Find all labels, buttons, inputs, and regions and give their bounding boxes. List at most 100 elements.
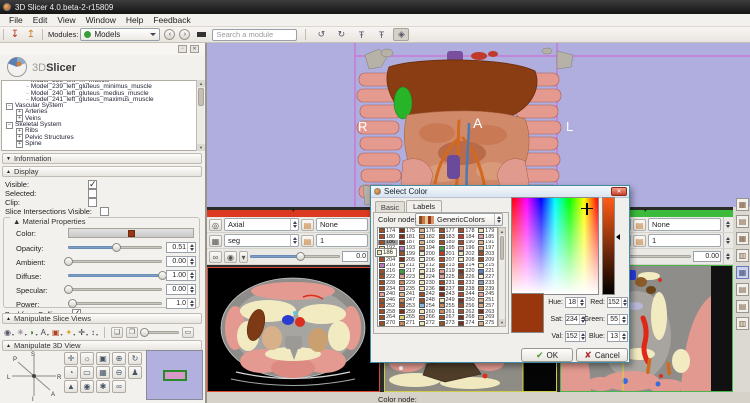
spin-arrows[interactable]: [290, 219, 298, 230]
eye-icon[interactable]: ◉: [224, 251, 237, 263]
pin-icon[interactable]: ◎: [209, 219, 222, 231]
diffuse-slider[interactable]: [68, 271, 162, 280]
link-icon[interactable]: ∞: [209, 251, 222, 263]
spin-arrows[interactable]: [187, 257, 195, 266]
slice-opacity-slider[interactable]: [141, 328, 179, 337]
ambient-spinbox[interactable]: 0.00: [166, 256, 196, 267]
color-cell-270[interactable]: 270: [378, 320, 398, 326]
load-data-icon[interactable]: ↧: [7, 28, 23, 41]
cancel-button[interactable]: ✘ Cancel: [576, 348, 628, 362]
panel-undock-icon[interactable]: ▫: [178, 45, 187, 53]
pin-icon[interactable]: Ŧ: [373, 28, 389, 41]
color-cell-275[interactable]: 275: [477, 320, 497, 326]
spin-arrows[interactable]: [723, 217, 731, 232]
label-map-cube-icon[interactable]: ▣▾: [52, 328, 63, 337]
layout-button-5[interactable]: ▦: [736, 266, 749, 279]
layers-icon[interactable]: ▤: [301, 235, 314, 247]
screen-capture-icon[interactable]: ◈: [393, 28, 409, 41]
redo-icon[interactable]: ↻: [333, 28, 349, 41]
slice-intersections-checkbox[interactable]: [100, 207, 109, 216]
layout-button-3[interactable]: ▦: [736, 232, 749, 245]
layout-button-1[interactable]: ▦: [736, 198, 749, 211]
module-forward-button[interactable]: ›: [179, 29, 190, 40]
save-scene-icon[interactable]: ↥: [23, 28, 39, 41]
slider-knob[interactable]: [64, 285, 73, 294]
diffuse-spinbox[interactable]: 1.00: [166, 270, 196, 281]
color-cell-273[interactable]: 273: [438, 320, 458, 326]
menu-feedback[interactable]: Feedback: [148, 14, 195, 27]
opacity-slider[interactable]: [250, 252, 340, 261]
visible-checkbox[interactable]: [88, 180, 97, 189]
navigation-thumbnail[interactable]: [146, 350, 203, 400]
crosshair-icon[interactable]: ✳▾: [17, 328, 27, 337]
menu-file[interactable]: File: [4, 14, 28, 27]
spin-arrows[interactable]: [494, 214, 502, 225]
more-button[interactable]: ▭: [182, 327, 194, 338]
tab-basic[interactable]: Basic: [375, 201, 405, 212]
slice-offset-icon[interactable]: ↕▾: [91, 328, 98, 337]
foreground-combobox[interactable]: None: [316, 218, 368, 231]
spin-arrows[interactable]: [723, 233, 731, 248]
zoom-in-button[interactable]: ⊕: [112, 352, 126, 365]
rock-button[interactable]: ✱: [96, 380, 110, 393]
scroll-down-icon[interactable]: ▼: [197, 144, 205, 151]
specular-spinbox[interactable]: 0.00: [166, 284, 196, 295]
scrollbar-thumb[interactable]: [198, 88, 204, 106]
viewer-3d[interactable]: R A L: [207, 43, 750, 207]
orientation-combobox[interactable]: Axial: [224, 218, 299, 231]
opacity-spinbox[interactable]: 0.0: [342, 251, 368, 262]
copy-slice-button[interactable]: ❏: [111, 327, 123, 338]
layout-button-7[interactable]: ▤: [736, 300, 749, 313]
material-properties-header[interactable]: ▲ Material Properties: [10, 217, 88, 226]
spin-view-button[interactable]: ↻: [128, 352, 142, 365]
layers-icon[interactable]: ▤: [301, 219, 314, 231]
power-slider[interactable]: [68, 299, 162, 308]
center-view-button[interactable]: ☼: [80, 352, 94, 365]
pin-first-icon[interactable]: Ŧ: [353, 28, 369, 41]
view-box-button[interactable]: ▭: [80, 366, 94, 379]
section-display[interactable]: ▲ Display: [2, 166, 202, 177]
spin-arrows[interactable]: [619, 315, 627, 324]
color-cell-274[interactable]: 274: [457, 320, 477, 326]
menu-view[interactable]: View: [52, 14, 80, 27]
annotations-icon[interactable]: A▾: [41, 328, 49, 337]
pick-center-button[interactable]: ✛: [64, 352, 78, 365]
star-icon[interactable]: ✦▾: [66, 328, 76, 337]
menu-help[interactable]: Help: [121, 14, 148, 27]
tree-expander[interactable]: +: [16, 141, 23, 148]
green-spinbox[interactable]: 55: [607, 314, 628, 325]
module-back-button[interactable]: ‹: [164, 29, 175, 40]
scroll-up-icon[interactable]: ▲: [197, 80, 205, 87]
tilt-button[interactable]: ▲: [64, 380, 78, 393]
scrollbar-thumb[interactable]: [500, 236, 504, 260]
specular-slider[interactable]: [68, 285, 162, 294]
clip-checkbox[interactable]: [88, 198, 97, 207]
field-of-view-button[interactable]: ◔: [64, 366, 78, 379]
ok-button[interactable]: ✔ OK: [521, 348, 573, 362]
zoom-out-button[interactable]: ⊖: [112, 366, 126, 379]
module-history-icon[interactable]: [197, 32, 206, 37]
selected-checkbox[interactable]: [88, 189, 97, 198]
slider-knob[interactable]: [64, 257, 73, 266]
value-indicator-icon[interactable]: [616, 234, 620, 240]
blue-spinbox[interactable]: 13: [607, 331, 628, 342]
spin-arrows[interactable]: [187, 285, 195, 294]
layout-button-2[interactable]: ▤: [736, 215, 749, 228]
crosshair-plus-icon[interactable]: ✛▾: [78, 328, 88, 337]
scroll-up-icon[interactable]: ▲: [499, 228, 505, 235]
section-manipulate-slice-views[interactable]: ▲ Manipulate Slice Views: [2, 313, 202, 324]
color-cell-272[interactable]: 272: [418, 320, 438, 326]
ambient-slider[interactable]: [68, 257, 162, 266]
color-cell-271[interactable]: 271: [398, 320, 418, 326]
red-slice-view[interactable]: [207, 267, 380, 392]
opacity-slider[interactable]: [68, 243, 162, 252]
labelmap-icon[interactable]: ▦: [209, 235, 222, 247]
power-spinbox[interactable]: 1.0: [166, 298, 196, 309]
grid-scrollbar[interactable]: ▲ ▼: [498, 227, 506, 327]
paste-slice-button[interactable]: ❐: [126, 327, 138, 338]
menu-edit[interactable]: Edit: [28, 14, 53, 27]
axis-orientation-widget[interactable]: S I L R P A: [6, 350, 62, 402]
labelmap-combobox[interactable]: seg: [224, 234, 299, 247]
slider-knob[interactable]: [68, 299, 77, 308]
spin-arrows[interactable]: [187, 243, 195, 252]
